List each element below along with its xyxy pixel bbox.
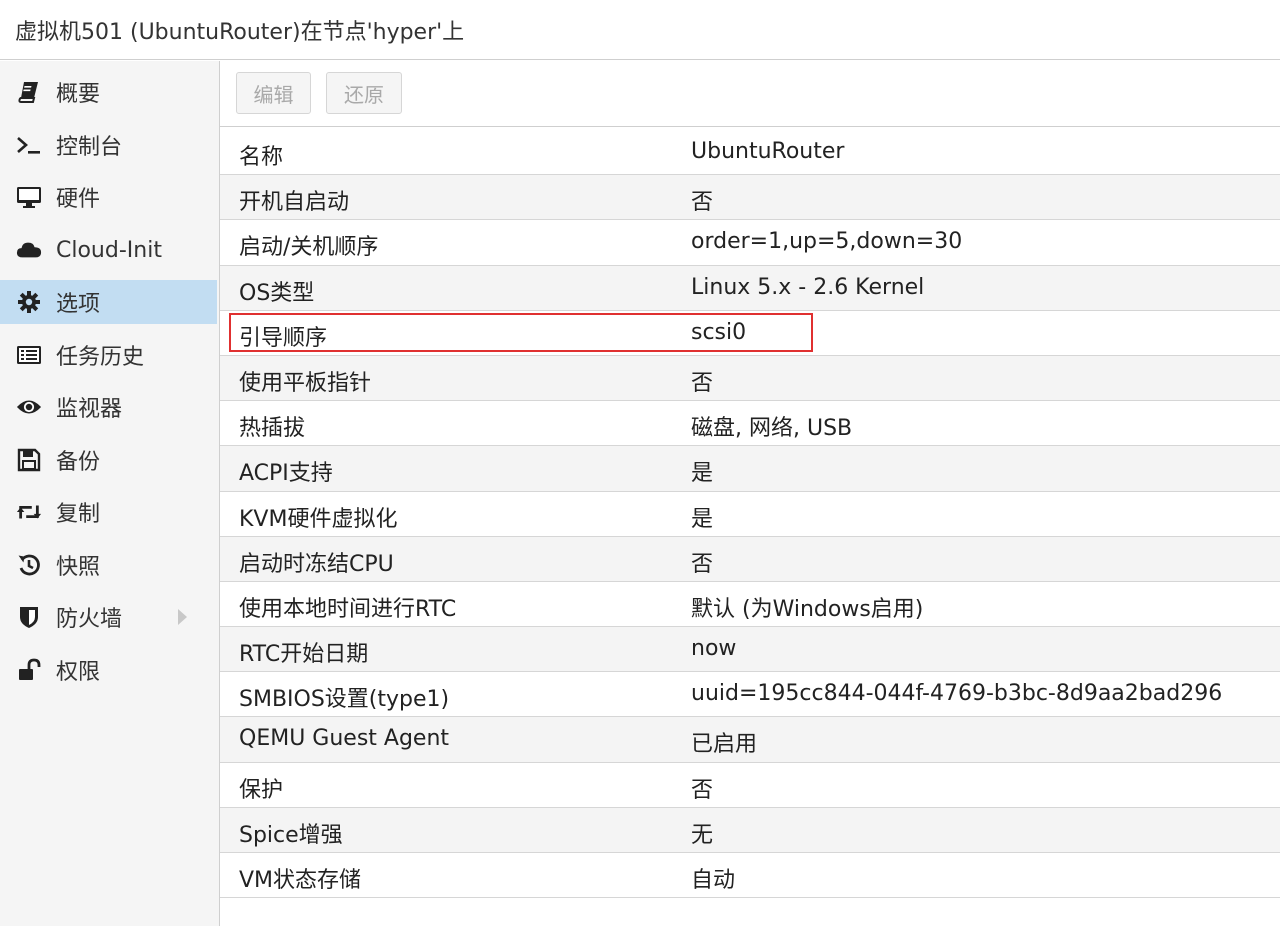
sidebar-item-snapshots[interactable]: 快照 [0,543,217,587]
sidebar-item-console[interactable]: 控制台 [0,123,217,167]
eye-icon [16,394,42,420]
table-row[interactable]: 引导顺序 scsi0 [220,311,1280,356]
sidebar-item-label: 任务历史 [56,345,145,370]
table-row[interactable]: RTC开始日期 now [220,627,1280,673]
sidebar-item-label: 防火墙 [56,607,123,632]
sidebar-item-label: 硬件 [56,187,101,212]
submenu-arrow-icon[interactable] [178,609,187,625]
table-row[interactable]: 热插拔 磁盘, 网络, USB [220,401,1280,447]
sidebar-item-firewall[interactable]: 防火墙 [0,595,217,639]
option-key: 名称 [239,145,284,170]
sidebar-item-cloud-init[interactable]: Cloud-Init [0,228,217,272]
table-row[interactable]: 启动/关机顺序 order=1,up=5,down=30 [220,220,1280,266]
option-key: 开机自启动 [239,190,350,216]
gear-icon [16,289,42,315]
revert-button[interactable]: 还原 [326,72,402,114]
sidebar-item-label: 选项 [56,292,101,317]
sidebar-item-options[interactable]: 选项 [0,280,217,324]
table-row[interactable]: 开机自启动 否 [220,175,1280,221]
options-grid: 名称 UbuntuRouter 开机自启动否 启动/关机顺序 order=1,up=… [220,130,1280,899]
monitor-icon [16,184,42,210]
book-icon [16,79,42,105]
table-row[interactable]: 名称 UbuntuRouter [220,130,1280,176]
table-row[interactable]: QEMU Guest Agent 已启用 [220,717,1280,763]
option-value: now [691,636,737,662]
option-key: ACPI支持 [239,461,333,487]
option-key: VM状态存储 [239,868,362,893]
option-key: 启动/关机顺序 [239,235,379,261]
sidebar-item-label: Cloud-Init [56,237,162,263]
sidebar-item-replication[interactable]: 复制 [0,490,217,534]
table-row[interactable]: KVM硬件虚拟化 是 [220,492,1280,537]
floppy-disk-icon [16,447,42,473]
option-key: OS类型 [239,280,315,306]
option-value: scsi0 [691,319,747,345]
option-value: Linux 5.x - 2.6 Kernel [691,274,925,300]
sidebar-item-label: 控制台 [56,135,123,160]
history-icon [16,552,42,578]
sidebar-item-monitor[interactable]: 监视器 [0,385,217,429]
sidebar-item-hardware[interactable]: 硬件 [0,175,217,219]
table-row[interactable]: OS类型 Linux 5.x - 2.6 Kernel [220,265,1280,311]
table-row[interactable]: 使用本地时间进行RTC 默认 (为Windows启用) [220,582,1280,628]
option-value: 否 [691,777,714,803]
option-value: 否 [691,190,714,216]
option-value: order=1,up=5,down=30 [691,229,963,255]
table-row[interactable]: SMBIOS设置(type1) uuid=195cc844-044f-4769-b… [220,672,1280,718]
sidebar-item-summary[interactable]: 概要 [0,70,217,114]
window-title: 虚拟机501 (UbuntuRouter)在节点'hyper'上 [15,19,465,45]
option-key: 使用本地时间进行RTC [239,596,457,622]
table-row[interactable]: 启动时冻结CPU 否 [220,536,1280,582]
sidebar-item-label: 复制 [56,502,101,527]
option-key: KVM硬件虚拟化 [239,506,398,532]
option-key: RTC开始日期 [239,642,369,668]
option-value: 是 [691,461,714,487]
sidebar-item-label: 监视器 [56,397,123,422]
option-value: 自动 [691,868,736,893]
option-value: uuid=195cc844-044f-4769-b3bc-8d9aa2bad29… [691,681,1223,707]
option-value: 是 [691,506,714,532]
window-title-bar: 虚拟机501 (UbuntuRouter)在节点'hyper'上 [0,0,1280,60]
option-value: 默认 (为Windows启用) [691,596,924,622]
table-row[interactable]: ACPI支持 是 [220,446,1280,492]
sidebar-item-task-history[interactable]: 任务历史 [0,333,217,377]
sidebar-item-label: 快照 [56,555,101,580]
toolbar: 编辑 还原 [220,61,1280,127]
sidebar-item-backup[interactable]: 备份 [0,438,217,482]
sidebar-item-permissions[interactable]: 权限 [0,648,217,692]
edit-button[interactable]: 编辑 [236,72,311,114]
option-key: SMBIOS设置(type1) [239,687,450,713]
table-row[interactable]: VM状态存储 自动 [220,853,1280,899]
option-value: UbuntuRouter [691,139,845,164]
option-key: 使用平板指针 [239,370,372,396]
option-value: 无 [691,822,714,848]
shield-icon [16,604,42,630]
list-icon [16,342,42,368]
sidebar-item-label: 概要 [56,82,101,107]
sidebar-item-label: 权限 [56,660,101,685]
retweet-icon [16,499,42,525]
option-key: Spice增强 [239,822,343,848]
table-row[interactable]: Spice增强 无 [220,807,1280,853]
option-value: 磁盘, 网络, USB [691,416,853,442]
option-value: 否 [691,370,714,396]
option-value: 否 [691,551,714,577]
terminal-icon [16,132,42,158]
option-key: 热插拔 [239,416,306,442]
option-key: 启动时冻结CPU [239,551,394,577]
table-row[interactable]: 使用平板指针 否 [220,355,1280,402]
option-key: 引导顺序 [239,325,328,351]
sidebar-item-label: 备份 [56,450,101,475]
option-key: 保护 [239,777,284,803]
option-value: 已启用 [691,732,758,758]
table-row[interactable]: 保护 否 [220,763,1280,808]
unlock-icon [16,657,42,683]
cloud-icon [16,237,42,263]
sidebar: 概要 控制台 硬件 Cloud-Init 选项 任务历史 监视器 备份 复制 快… [0,61,220,926]
option-key: QEMU Guest Agent [239,726,450,752]
